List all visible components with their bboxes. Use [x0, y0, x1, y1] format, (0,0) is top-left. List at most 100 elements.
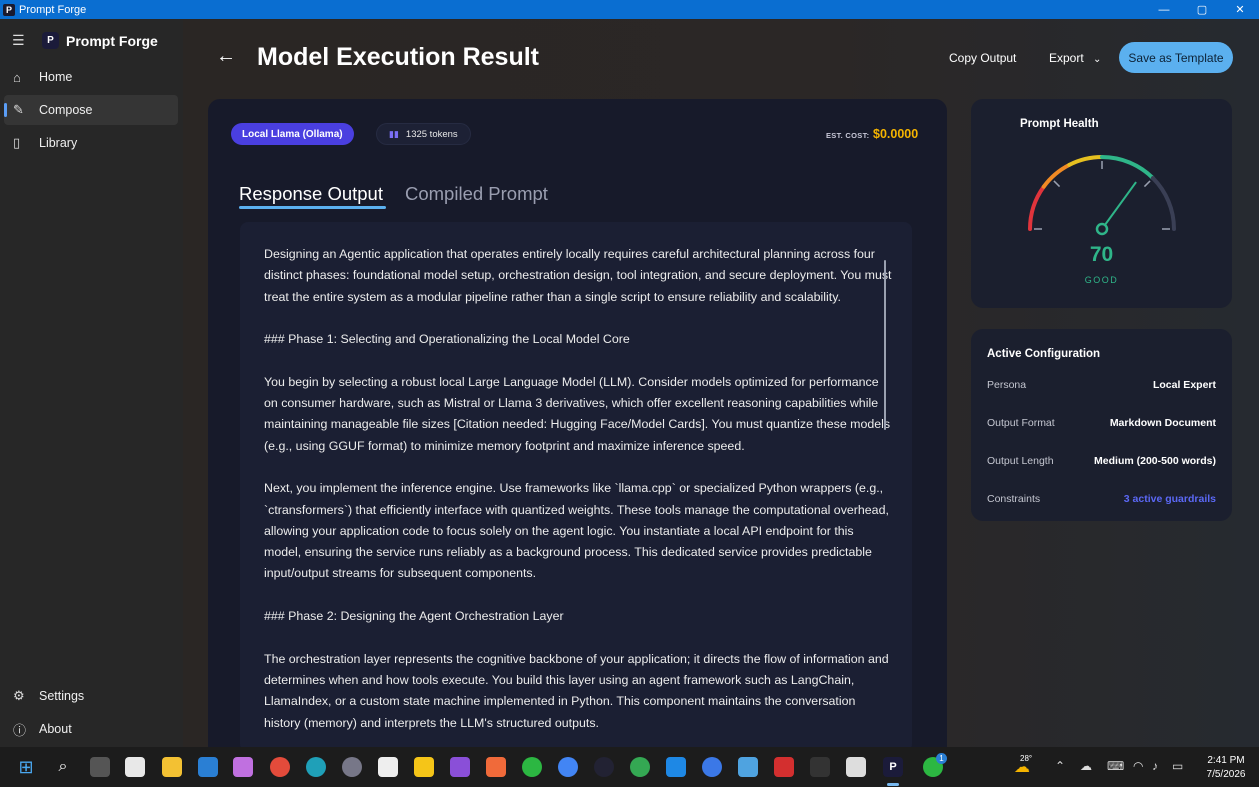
spark-icon[interactable]: [486, 757, 506, 777]
sidebar-item-home[interactable]: ⌂ Home: [4, 62, 178, 92]
prompt-forge-icon[interactable]: P: [883, 757, 903, 777]
info-icon: ⓘ: [13, 722, 27, 738]
back-arrow-icon[interactable]: ←: [216, 45, 236, 68]
gauge-tick: [1143, 180, 1151, 188]
home-icon: ⌂: [13, 69, 21, 85]
visual-studio-icon[interactable]: [450, 757, 470, 777]
menu-icon[interactable]: ☰: [12, 32, 26, 49]
active-configuration-title: Active Configuration: [987, 348, 1101, 360]
token-count-badge: ▮▮ 1325 tokens: [376, 123, 471, 145]
app-icon[interactable]: [378, 757, 398, 777]
active-configuration-card: Active Configuration Persona Local Exper…: [971, 329, 1232, 521]
linux-icon[interactable]: [846, 757, 866, 777]
prompt-health-title: Prompt Health: [1020, 118, 1099, 130]
chrome-icon[interactable]: [270, 757, 290, 777]
chevron-down-icon: ⌄: [1093, 54, 1102, 65]
app-logo: P: [42, 32, 59, 49]
config-row-output-format: Output Format Markdown Document: [987, 417, 1216, 429]
sidebar-item-compose[interactable]: ✎ Compose: [4, 95, 178, 125]
response-paragraph: ### Phase 2: Designing the Agent Orchest…: [264, 609, 564, 624]
copilot-icon[interactable]: [233, 757, 253, 777]
close-button[interactable]: ✕: [1221, 3, 1259, 16]
gear-icon: ⚙: [13, 688, 25, 703]
gauge-tick: [1053, 180, 1061, 188]
acrobat-icon[interactable]: [774, 757, 794, 777]
document-icon: ▯: [13, 135, 21, 150]
cost-label: EST. COST:: [826, 131, 870, 140]
store-icon[interactable]: [125, 757, 145, 777]
obs-icon[interactable]: [594, 757, 614, 777]
gauge-segment-green: [1100, 155, 1155, 181]
cloud-icon[interactable]: ☁: [1080, 759, 1092, 773]
window-title: Prompt Forge: [19, 3, 87, 16]
gauge-segment-track: [1150, 176, 1176, 231]
config-row-constraints: Constraints 3 active guardrails: [987, 493, 1216, 505]
whatsapp-icon[interactable]: [522, 757, 542, 777]
tab-compiled-prompt[interactable]: Compiled Prompt: [405, 183, 548, 205]
config-key: Persona: [987, 379, 1027, 391]
clock-time: 2:41 PM: [1207, 755, 1245, 766]
sidebar-item-label: Settings: [39, 689, 85, 703]
clock[interactable]: 2:41 PM 7/5/2026: [1196, 754, 1256, 782]
app-icon: P: [3, 3, 15, 16]
export-label: Export: [1049, 51, 1084, 65]
sticky-notes-icon[interactable]: [414, 757, 434, 777]
brand: ☰ P Prompt Forge: [12, 32, 158, 49]
battery-icon[interactable]: ▭: [1172, 759, 1183, 773]
main-content: ← Model Execution Result Copy Output Exp…: [183, 19, 1259, 752]
chrome-icon[interactable]: [558, 757, 578, 777]
notification-badge: 1: [936, 753, 947, 764]
pencil-icon: ✎: [13, 102, 24, 117]
response-paragraph: Next, you implement the inference engine…: [264, 481, 889, 581]
search-icon[interactable]: ⌕: [53, 757, 73, 777]
health-label: GOOD: [1084, 275, 1119, 285]
health-score: 70: [1089, 243, 1114, 266]
gauge-segment-red: [1028, 184, 1046, 231]
terminal-icon[interactable]: [810, 757, 830, 777]
page-title: Model Execution Result: [257, 43, 539, 71]
file-explorer-icon[interactable]: [162, 757, 182, 777]
settings-icon[interactable]: [342, 757, 362, 777]
health-gauge: [1028, 155, 1176, 236]
sidebar-item-label: About: [39, 722, 72, 736]
minimize-button[interactable]: —: [1145, 4, 1183, 16]
response-paragraph: You begin by selecting a robust local La…: [264, 374, 891, 453]
tab-response-output[interactable]: Response Output: [239, 183, 383, 205]
wifi-icon[interactable]: ◠: [1133, 759, 1143, 773]
sidebar-item-library[interactable]: ▯ Library: [4, 128, 178, 158]
start-icon[interactable]: ⊞: [16, 757, 36, 777]
sidebar-item-label: Compose: [39, 103, 93, 117]
response-paragraph: The orchestration layer represents the c…: [264, 651, 889, 730]
sidebar-item-about[interactable]: ⓘ About: [4, 714, 178, 744]
task-view-icon[interactable]: [90, 757, 110, 777]
mail-icon[interactable]: [198, 757, 218, 777]
response-output-box[interactable]: Designing an Agentic application that op…: [240, 222, 912, 752]
result-panel: Local Llama (Ollama) ▮▮ 1325 tokens EST.…: [208, 99, 947, 752]
vscode-icon[interactable]: [666, 757, 686, 777]
sidebar: ☰ P Prompt Forge ⌂ Home ✎ Compose ▯ Libr…: [0, 19, 183, 747]
sync-icon[interactable]: [702, 757, 722, 777]
config-key: Output Format: [987, 417, 1055, 429]
model-badge: Local Llama (Ollama): [231, 123, 354, 145]
chevron-up-icon[interactable]: ⌃: [1055, 759, 1065, 773]
cost-value: $0.0000: [873, 127, 919, 141]
save-as-template-button[interactable]: Save as Template: [1119, 42, 1233, 73]
config-value: Markdown Document: [1109, 417, 1216, 429]
chart-icon: ▮▮: [389, 128, 399, 139]
edge-icon[interactable]: [306, 757, 326, 777]
chrome-icon[interactable]: [630, 757, 650, 777]
copy-output-button[interactable]: Copy Output: [949, 51, 1016, 65]
export-button[interactable]: Export ⌄: [1049, 51, 1101, 65]
gauge-needle: [1101, 181, 1137, 230]
sidebar-item-label: Home: [39, 70, 73, 84]
scrollbar[interactable]: [884, 260, 886, 430]
volume-icon[interactable]: ♪: [1152, 759, 1158, 773]
maximize-button[interactable]: ▢: [1183, 3, 1221, 16]
keyboard-icon[interactable]: ⌨: [1107, 759, 1124, 773]
response-text: Designing an Agentic application that op…: [264, 244, 892, 752]
config-key: Output Length: [987, 455, 1054, 467]
notepad-icon[interactable]: [738, 757, 758, 777]
active-tab-indicator: [239, 206, 386, 209]
sidebar-item-settings[interactable]: ⚙ Settings: [4, 681, 178, 711]
constraints-link[interactable]: 3 active guardrails: [1124, 493, 1216, 505]
